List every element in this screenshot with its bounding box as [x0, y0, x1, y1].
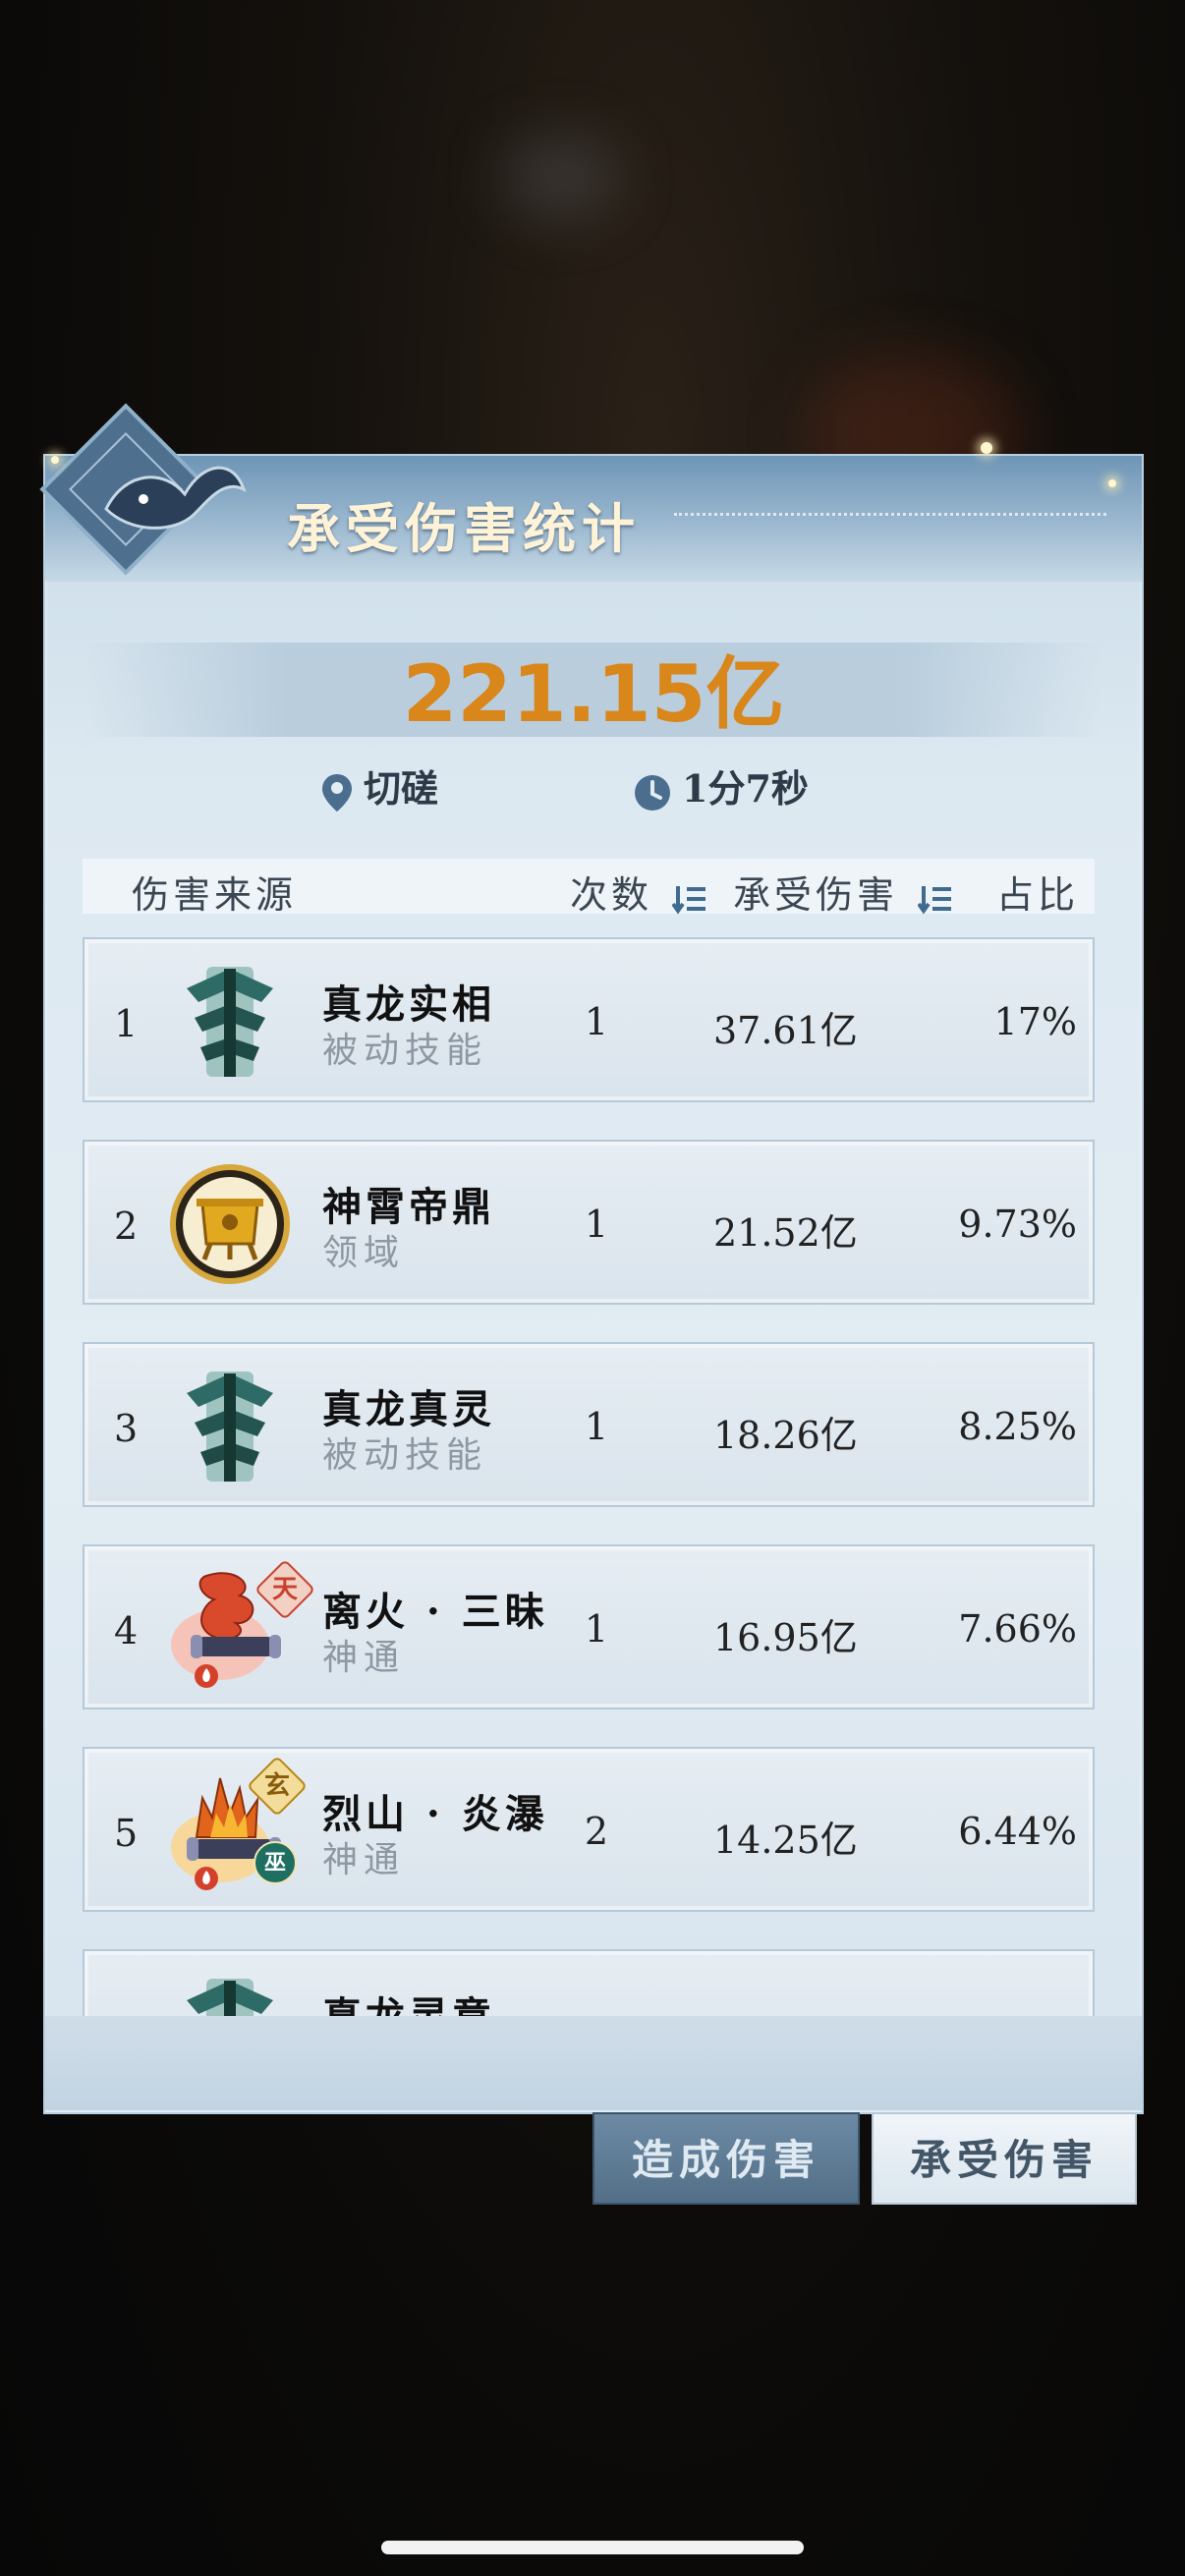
damage-stats-panel: 承受伤害统计 221.15亿 切磋 1分7秒 伤害来源 次数 承受伤害 占比 1…	[39, 403, 1144, 2114]
skill-type: 被动技能	[322, 1031, 488, 1071]
tab-take-damage[interactable]: 承受伤害	[872, 2112, 1137, 2205]
golden-cauldron-icon	[170, 1164, 290, 1284]
damage-value: 14.25亿	[713, 1819, 858, 1862]
header-damage-label: 承受伤害	[733, 873, 899, 917]
star-decoration	[981, 442, 992, 454]
damage-value: 37.61亿	[713, 1009, 858, 1052]
damage-source-list[interactable]: 1 真龙实相 被动技能 1 37.61亿 17% 2 神霄帝鼎 领域 1 21.…	[83, 937, 1099, 2026]
header-divider	[674, 513, 1106, 518]
damage-ratio: 8.25%	[958, 1405, 1077, 1448]
star-decoration	[1108, 479, 1116, 487]
panel-title: 承受伤害统计	[287, 497, 641, 560]
skill-type: 领域	[322, 1233, 406, 1273]
hit-count: 1	[584, 1607, 609, 1651]
hit-count: 1	[584, 1203, 609, 1246]
table-header: 伤害来源 次数 承受伤害 占比	[83, 859, 1095, 917]
header-count-label: 次数	[570, 873, 653, 917]
damage-ratio: 6.44%	[958, 1810, 1077, 1853]
damage-ratio: 9.73%	[958, 1203, 1077, 1246]
list-item[interactable]: 5 玄 巫 烈山 · 炎瀑 神通 2 14.25亿 6.44%	[83, 1747, 1095, 1912]
dragon-totem-icon	[187, 1372, 273, 1482]
sort-icon	[672, 885, 706, 914]
hit-count: 1	[584, 1000, 609, 1043]
duration-text: 1分7秒	[682, 766, 809, 811]
fox-emblem-icon	[39, 403, 247, 576]
header-ratio: 占比	[996, 873, 1080, 917]
header-source: 伤害来源	[132, 873, 298, 917]
list-item[interactable]: 真龙灵意	[83, 1949, 1095, 2026]
row-index: 3	[114, 1407, 139, 1450]
skill-type: 被动技能	[322, 1435, 488, 1476]
row-index: 2	[114, 1204, 139, 1248]
list-item[interactable]: 2 神霄帝鼎 领域 1 21.52亿 9.73%	[83, 1140, 1095, 1305]
dragon-totem-icon	[187, 967, 273, 1077]
class-badge-label: 巫	[263, 1850, 286, 1876]
damage-value: 18.26亿	[713, 1414, 858, 1457]
header-damage-sort[interactable]: 承受伤害	[733, 865, 953, 919]
header-count-sort[interactable]: 次数	[570, 865, 707, 919]
duration-label: 1分7秒	[633, 758, 809, 812]
list-item[interactable]: 4 天 离火 · 三昧 神通 1 16.95亿 7.66%	[83, 1544, 1095, 1709]
damage-value: 16.95亿	[713, 1616, 858, 1659]
row-index: 4	[114, 1609, 139, 1652]
location-text: 切磋	[364, 766, 439, 811]
damage-ratio: 7.66%	[958, 1607, 1077, 1651]
damage-ratio: 17%	[993, 1000, 1077, 1043]
list-item[interactable]: 1 真龙实相 被动技能 1 37.61亿 17%	[83, 937, 1095, 1102]
home-indicator[interactable]	[381, 2541, 804, 2554]
total-damage: 221.15亿	[402, 648, 785, 740]
hit-count: 2	[584, 1810, 609, 1853]
background-glow	[501, 138, 619, 216]
tier-badge-label: 玄	[263, 1771, 290, 1801]
row-index: 1	[114, 1002, 139, 1045]
star-decoration	[51, 456, 59, 464]
tier-badge-label: 天	[271, 1575, 298, 1604]
sort-icon	[918, 885, 952, 914]
location-pin-icon	[322, 773, 352, 812]
damage-value: 21.52亿	[713, 1211, 858, 1255]
skill-type: 神通	[322, 1840, 406, 1880]
tab-deal-damage[interactable]: 造成伤害	[592, 2112, 860, 2205]
clock-icon	[635, 774, 670, 811]
location-label: 切磋	[320, 758, 438, 813]
hit-count: 1	[584, 1405, 609, 1448]
list-fade-footer	[45, 2016, 1142, 2110]
row-index: 5	[114, 1812, 139, 1855]
skill-type: 神通	[322, 1638, 406, 1678]
list-item[interactable]: 3 真龙真灵 被动技能 1 18.26亿 8.25%	[83, 1342, 1095, 1507]
